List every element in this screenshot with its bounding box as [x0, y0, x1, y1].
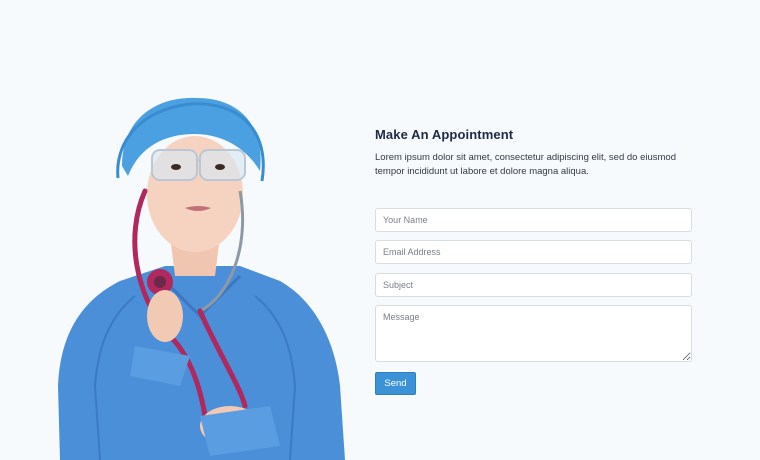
- send-button[interactable]: Send: [375, 372, 416, 395]
- name-input[interactable]: [375, 208, 692, 232]
- email-input[interactable]: [375, 240, 692, 264]
- appointment-description: Lorem ipsum dolor sit amet, consectetur …: [375, 152, 676, 177]
- appointment-section: Make An Appointment Lorem ipsum dolor si…: [375, 127, 695, 395]
- subject-input[interactable]: [375, 273, 692, 297]
- doctor-photo: [40, 86, 360, 460]
- message-textarea[interactable]: [375, 305, 692, 362]
- page: Make An Appointment Lorem ipsum dolor si…: [0, 0, 760, 460]
- appointment-title: Make An Appointment: [375, 127, 514, 142]
